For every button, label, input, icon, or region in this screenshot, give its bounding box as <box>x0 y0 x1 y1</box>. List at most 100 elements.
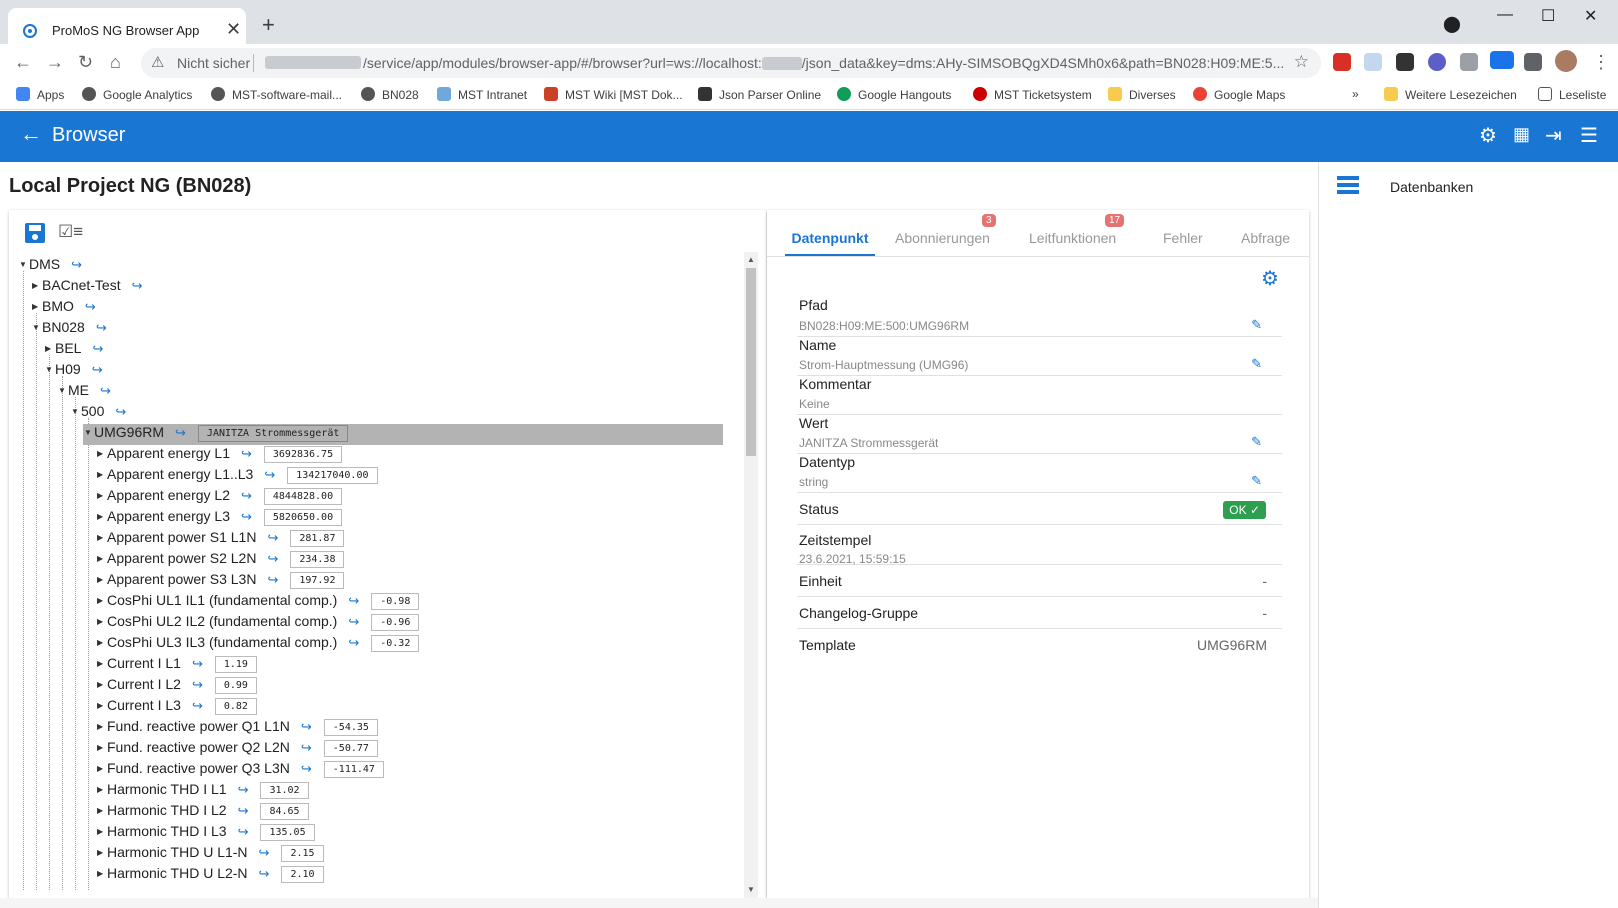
link-arrow-icon[interactable]: ↪ <box>192 698 203 713</box>
tree-datapoint-row[interactable]: ▶ Harmonic THD U L1-N ↪ 2.15 <box>97 844 324 865</box>
link-arrow-icon[interactable]: ↪ <box>71 257 82 272</box>
link-arrow-icon[interactable]: ↪ <box>259 866 270 881</box>
gmail-extension-icon[interactable] <box>1333 53 1351 71</box>
link-arrow-icon[interactable]: ↪ <box>348 635 359 650</box>
back-arrow-icon[interactable]: ← <box>20 121 42 147</box>
puzzle-extensions-icon[interactable] <box>1524 53 1542 71</box>
tree-datapoint-row[interactable]: ▶ Apparent power S1 L1N ↪ 281.87 <box>97 529 345 550</box>
link-arrow-icon[interactable]: ↪ <box>259 845 270 860</box>
apps-grid-icon[interactable]: ▦ <box>1513 124 1530 145</box>
link-arrow-icon[interactable]: ↪ <box>238 803 249 818</box>
caret-right-icon[interactable]: ▶ <box>97 827 107 836</box>
tree-node[interactable]: ▼ BN028 ↪ <box>32 319 107 340</box>
caret-down-icon[interactable]: ▼ <box>71 407 81 416</box>
tree-datapoint-row[interactable]: ▶ Fund. reactive power Q1 L1N ↪ -54.35 <box>97 718 378 739</box>
tree-datapoint-row[interactable]: ▶ Harmonic THD I L2 ↪ 84.65 <box>97 802 309 823</box>
caret-right-icon[interactable]: ▶ <box>97 680 107 689</box>
link-arrow-icon[interactable]: ↪ <box>267 551 278 566</box>
caret-right-icon[interactable]: ▶ <box>45 344 55 353</box>
tab-leitfunktionen[interactable]: Leitfunktionen 17 <box>1029 214 1125 256</box>
detail-settings-gear-icon[interactable]: ⚙ <box>1261 266 1279 291</box>
settings-gear-icon[interactable]: ⚙ <box>1479 123 1497 148</box>
tree-datapoint-row[interactable]: ▼ UMG96RM ↪ JANITZA Strommessgerät <box>84 424 349 445</box>
caret-right-icon[interactable]: ▶ <box>97 449 107 458</box>
extension-icon[interactable] <box>1460 53 1478 71</box>
checklist-icon[interactable]: ☑≡ <box>58 222 83 242</box>
link-arrow-icon[interactable]: ↪ <box>132 278 143 293</box>
link-arrow-icon[interactable]: ↪ <box>96 320 107 335</box>
link-arrow-icon[interactable]: ↪ <box>241 488 252 503</box>
caret-right-icon[interactable]: ▶ <box>32 281 42 290</box>
chrome-menu-icon[interactable]: ⋮ <box>1592 52 1610 73</box>
link-arrow-icon[interactable]: ↪ <box>301 719 312 734</box>
tab-fehler[interactable]: Fehler <box>1163 218 1203 256</box>
new-extension-icon[interactable] <box>1490 51 1514 69</box>
bookmark-json-parser[interactable]: Json Parser Online <box>698 87 821 102</box>
link-arrow-icon[interactable]: ↪ <box>85 299 96 314</box>
caret-right-icon[interactable]: ▶ <box>97 701 107 710</box>
tree-datapoint-row[interactable]: ▶ Fund. reactive power Q3 L3N ↪ -111.47 <box>97 760 384 781</box>
sidebar-item-datenbanken[interactable]: Datenbanken <box>1390 179 1473 195</box>
bookmarks-overflow-icon[interactable]: » <box>1352 87 1359 101</box>
tree-node[interactable]: ▼ 500 ↪ <box>71 403 126 424</box>
caret-right-icon[interactable]: ▶ <box>97 533 107 542</box>
close-window-icon[interactable]: ✕ <box>1584 6 1597 26</box>
link-arrow-icon[interactable]: ↪ <box>267 572 278 587</box>
caret-down-icon[interactable]: ▼ <box>58 386 68 395</box>
link-arrow-icon[interactable]: ↪ <box>92 341 103 356</box>
link-arrow-icon[interactable]: ↪ <box>241 446 252 461</box>
database-list-icon[interactable] <box>1337 176 1359 194</box>
tree-node[interactable]: ▼ H09 ↪ <box>45 361 103 382</box>
tab-abfrage[interactable]: Abfrage <box>1241 218 1290 256</box>
tree-datapoint-row[interactable]: ▶ Harmonic THD I L1 ↪ 31.02 <box>97 781 309 802</box>
link-arrow-icon[interactable]: ↪ <box>241 509 252 524</box>
link-arrow-icon[interactable]: ↪ <box>100 383 111 398</box>
back-icon[interactable]: ← <box>14 52 32 73</box>
caret-right-icon[interactable]: ▶ <box>97 869 107 878</box>
extension-icon[interactable] <box>1428 53 1446 71</box>
bookmark-google-maps[interactable]: Google Maps <box>1193 87 1285 102</box>
link-arrow-icon[interactable]: ↪ <box>348 614 359 629</box>
caret-right-icon[interactable]: ▶ <box>97 785 107 794</box>
forward-icon[interactable]: → <box>46 52 64 73</box>
edit-pencil-icon[interactable]: ✎ <box>1251 434 1262 450</box>
scroll-thumb[interactable] <box>746 268 756 456</box>
link-arrow-icon[interactable]: ↪ <box>92 362 103 377</box>
reading-list[interactable]: Leseliste <box>1538 87 1606 102</box>
caret-right-icon[interactable]: ▶ <box>97 638 107 647</box>
caret-right-icon[interactable]: ▶ <box>97 617 107 626</box>
caret-down-icon[interactable]: ▼ <box>19 260 29 269</box>
tree-datapoint-row[interactable]: ▶ Apparent power S3 L3N ↪ 197.92 <box>97 571 345 592</box>
link-arrow-icon[interactable]: ↪ <box>267 530 278 545</box>
menu-icon[interactable]: ☰ <box>1580 123 1598 148</box>
bookmark-apps[interactable]: Apps <box>16 87 64 102</box>
tree-datapoint-row[interactable]: ▶ Fund. reactive power Q2 L2N ↪ -50.77 <box>97 739 378 760</box>
caret-right-icon[interactable]: ▶ <box>97 575 107 584</box>
caret-down-icon[interactable]: ▼ <box>45 365 55 374</box>
url-field[interactable]: ⚠ Nicht sicher /service/app/modules/brow… <box>141 48 1321 78</box>
bookmark-mst-ticketsystem[interactable]: MST Ticketsystem <box>973 87 1092 102</box>
avatar[interactable] <box>1555 50 1577 72</box>
save-icon[interactable] <box>24 222 46 244</box>
tree-datapoint-row[interactable]: ▶ CosPhi UL1 IL1 (fundamental comp.) ↪ -0.9… <box>97 592 420 613</box>
caret-right-icon[interactable]: ▶ <box>97 596 107 605</box>
edit-pencil-icon[interactable]: ✎ <box>1251 317 1262 333</box>
tree-node[interactable]: ▶ BMO ↪ <box>32 298 96 319</box>
caret-right-icon[interactable]: ▶ <box>97 512 107 521</box>
bookmark-diverses[interactable]: Diverses <box>1108 87 1176 102</box>
caret-right-icon[interactable]: ▶ <box>97 491 107 500</box>
tree-datapoint-row[interactable]: ▶ Current I L2 ↪ 0.99 <box>97 676 257 697</box>
caret-down-icon[interactable]: ▼ <box>32 323 42 332</box>
bookmark-mst-software-mail[interactable]: MST-software-mail... <box>211 87 342 102</box>
bookmark-bn028[interactable]: BN028 <box>361 87 419 102</box>
bookmark-mst-intranet[interactable]: MST Intranet <box>437 87 527 102</box>
link-arrow-icon[interactable]: ↪ <box>301 740 312 755</box>
caret-down-icon[interactable]: ▼ <box>84 428 94 437</box>
link-arrow-icon[interactable]: ↪ <box>264 467 275 482</box>
link-arrow-icon[interactable]: ↪ <box>238 824 249 839</box>
caret-right-icon[interactable]: ▶ <box>97 764 107 773</box>
tree-datapoint-row[interactable]: ▶ Apparent energy L1..L3 ↪ 134217040.00 <box>97 466 378 487</box>
caret-right-icon[interactable]: ▶ <box>97 848 107 857</box>
tree-node[interactable]: ▼ DMS ↪ <box>19 256 82 277</box>
reload-icon[interactable]: ↻ <box>78 52 93 73</box>
